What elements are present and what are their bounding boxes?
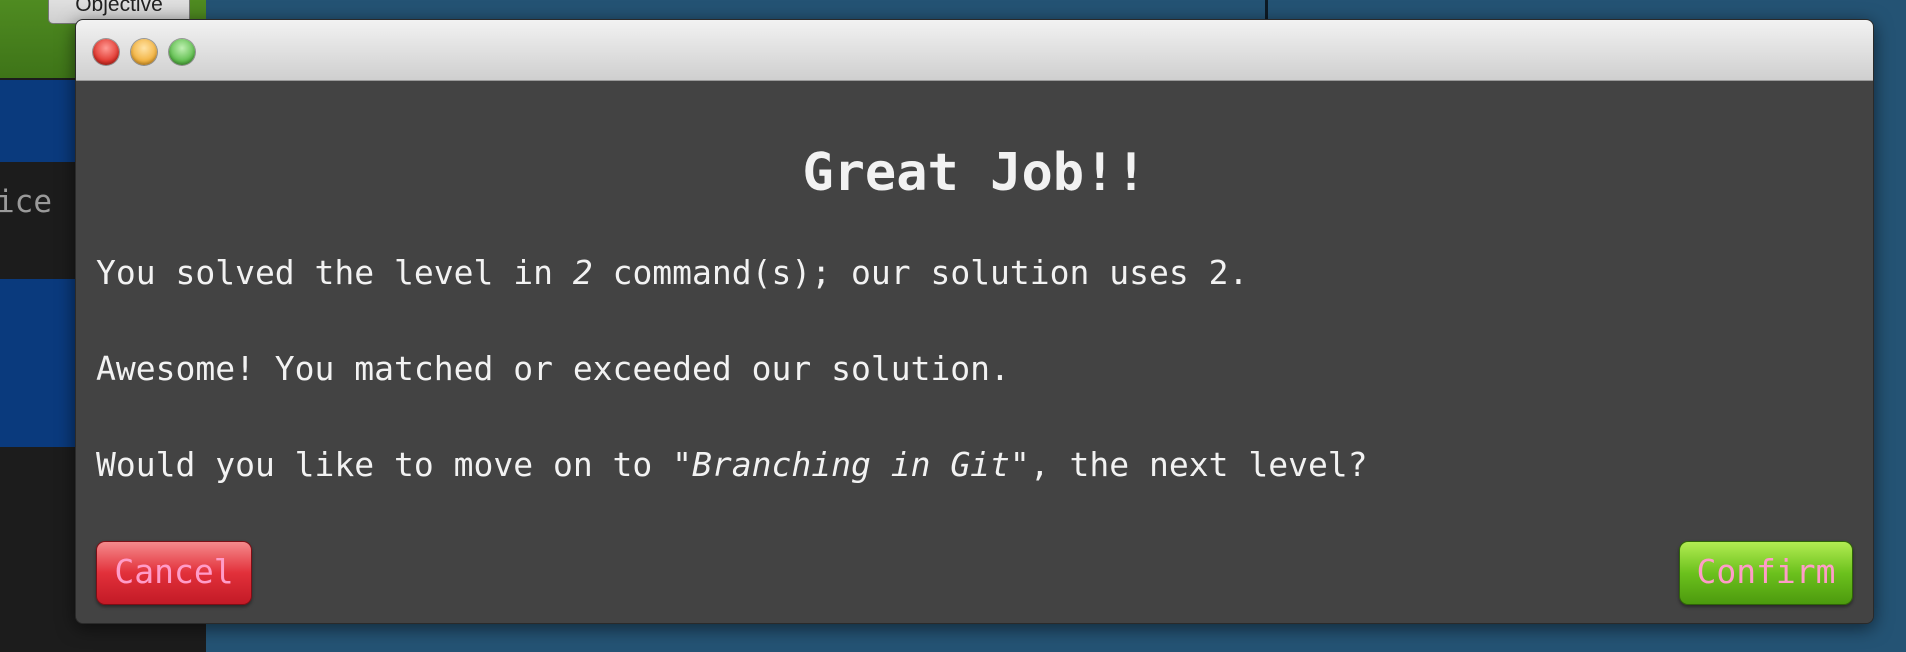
close-window-icon[interactable] [93, 39, 119, 65]
background-peek-text: ice [0, 184, 52, 220]
next-level-name: "Branching in Git" [672, 445, 1030, 484]
next-level-prompt: Would you like to move on to "Branching … [96, 445, 1368, 484]
dialog-content: Great Job!! You solved the level in 2 co… [76, 81, 1873, 623]
summary-prefix: You solved the level in [96, 253, 573, 292]
cancel-button[interactable]: Cancel [96, 541, 252, 605]
background-divider [1265, 0, 1268, 20]
dialog-titlebar[interactable] [76, 20, 1873, 81]
prompt-suffix: , the next level? [1029, 445, 1368, 484]
zoom-window-icon[interactable] [169, 39, 195, 65]
solution-summary-text: You solved the level in 2 command(s); ou… [96, 253, 1248, 292]
dialog-headline: Great Job!! [802, 143, 1147, 203]
praise-text: Awesome! You matched or exceeded our sol… [96, 349, 1010, 388]
confirm-button[interactable]: Confirm [1679, 541, 1853, 605]
command-count: 2 [572, 253, 593, 292]
desktop: Objective ice Great Job!! You solved the… [0, 0, 1906, 652]
level-complete-dialog: Great Job!! You solved the level in 2 co… [75, 19, 1874, 624]
prompt-prefix: Would you like to move on to [96, 445, 673, 484]
summary-suffix: command(s); our solution uses 2. [592, 253, 1249, 292]
minimize-window-icon[interactable] [131, 39, 157, 65]
